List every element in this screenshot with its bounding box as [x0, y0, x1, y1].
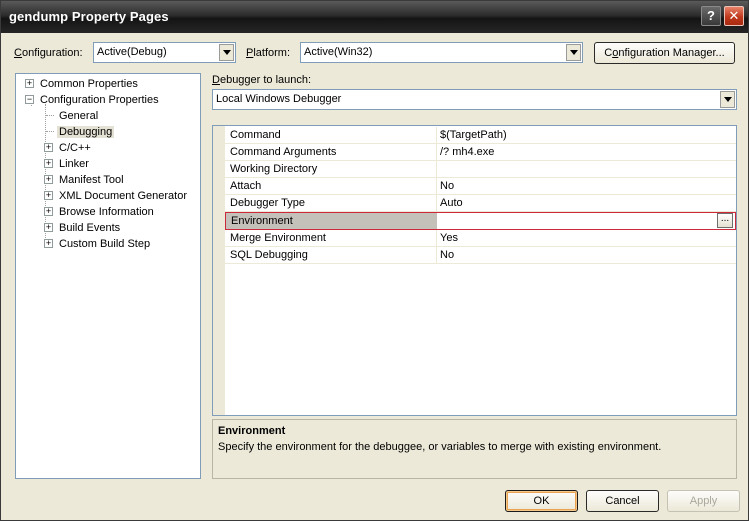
expand-icon[interactable]: +: [44, 191, 53, 200]
expand-icon[interactable]: +: [44, 175, 53, 184]
ok-button[interactable]: OK: [505, 490, 578, 512]
tree-item-common-properties[interactable]: + Common Properties: [25, 77, 138, 91]
expand-icon[interactable]: +: [25, 79, 34, 88]
chevron-down-icon[interactable]: [219, 44, 234, 61]
tree-item-c-cpp[interactable]: + C/C++: [44, 141, 91, 155]
description-panel: Environment Specify the environment for …: [212, 419, 737, 479]
property-tree[interactable]: + Common Properties − Configuration Prop…: [15, 73, 201, 479]
collapse-icon[interactable]: −: [25, 95, 34, 104]
tree-item-configuration-properties[interactable]: − Configuration Properties: [25, 93, 159, 107]
close-icon: ✕: [728, 8, 740, 23]
apply-button[interactable]: Apply: [667, 490, 740, 512]
debugger-to-launch-label: Debugger to launch:: [212, 74, 312, 86]
platform-value: Active(Win32): [304, 46, 373, 58]
tree-item-linker[interactable]: + Linker: [44, 157, 89, 171]
tree-item-xml-document-generator[interactable]: + XML Document Generator: [44, 189, 187, 203]
platform-label: Platform:: [246, 47, 291, 59]
property-pages-dialog: gendump Property Pages ? ✕ Configuration…: [0, 0, 749, 521]
tree-item-debugging[interactable]: Debugging: [57, 125, 115, 139]
tree-item-custom-build-step[interactable]: + Custom Build Step: [44, 237, 150, 251]
tree-item-manifest-tool[interactable]: + Manifest Tool: [44, 173, 124, 187]
tree-item-browse-information[interactable]: + Browse Information: [44, 205, 154, 219]
grid-row-working-directory[interactable]: Working Directory: [225, 161, 736, 178]
expand-icon[interactable]: +: [44, 143, 53, 152]
tree-item-build-events[interactable]: + Build Events: [44, 221, 120, 235]
description-text: Specify the environment for the debuggee…: [218, 441, 662, 453]
grid-row-debugger-type[interactable]: Debugger Type Auto: [225, 195, 736, 212]
grid-row-environment[interactable]: Environment ...: [225, 212, 736, 230]
ellipsis-button[interactable]: ...: [717, 213, 733, 228]
title-bar[interactable]: gendump Property Pages ? ✕: [1, 1, 748, 33]
property-grid[interactable]: Command $(TargetPath) Command Arguments …: [212, 125, 737, 416]
platform-dropdown[interactable]: Active(Win32): [300, 42, 583, 63]
grid-row-command[interactable]: Command $(TargetPath): [225, 127, 736, 144]
grid-gutter: [213, 126, 225, 415]
configuration-dropdown[interactable]: Active(Debug): [93, 42, 236, 63]
help-button[interactable]: ?: [701, 6, 721, 26]
chevron-down-icon[interactable]: [720, 91, 735, 108]
configuration-value: Active(Debug): [97, 46, 167, 58]
expand-icon[interactable]: +: [44, 207, 53, 216]
expand-icon[interactable]: +: [44, 159, 53, 168]
cancel-button[interactable]: Cancel: [586, 490, 659, 512]
configuration-label: Configuration:: [14, 47, 83, 59]
grid-row-attach[interactable]: Attach No: [225, 178, 736, 195]
grid-row-sql-debugging[interactable]: SQL Debugging No: [225, 247, 736, 264]
debugger-dropdown[interactable]: Local Windows Debugger: [212, 89, 737, 110]
expand-icon[interactable]: +: [44, 239, 53, 248]
grid-row-merge-environment[interactable]: Merge Environment Yes: [225, 230, 736, 247]
configuration-manager-button[interactable]: Configuration Manager...: [594, 42, 735, 64]
tree-item-general[interactable]: General: [59, 109, 98, 123]
chevron-down-icon[interactable]: [566, 44, 581, 61]
debugger-value: Local Windows Debugger: [216, 93, 342, 105]
close-button[interactable]: ✕: [724, 6, 744, 26]
window-title: gendump Property Pages: [9, 9, 169, 24]
grid-row-command-arguments[interactable]: Command Arguments /? mh4.exe: [225, 144, 736, 161]
expand-icon[interactable]: +: [44, 223, 53, 232]
description-title: Environment: [218, 425, 286, 437]
